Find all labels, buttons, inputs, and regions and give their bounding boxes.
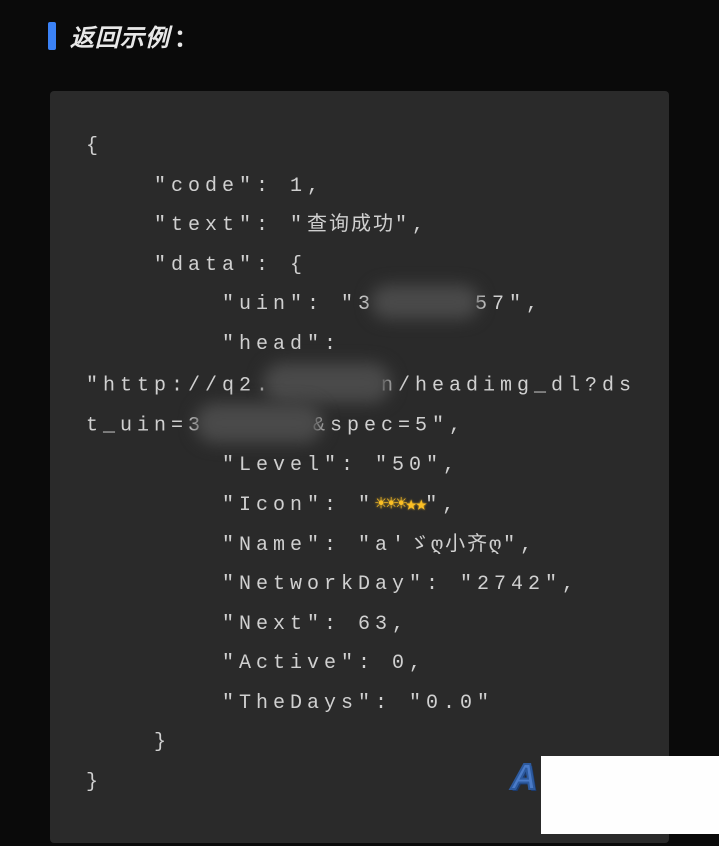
- corner-overlay: [541, 756, 719, 834]
- title-text: 返回示例: [70, 25, 170, 52]
- code-line: }: [86, 731, 171, 754]
- code-line: "http://q2.: [86, 374, 273, 397]
- redacted-segment: [371, 285, 479, 319]
- code-line: ",: [503, 534, 537, 557]
- code-line: "Level": "50",: [86, 454, 460, 477]
- code-line: "TheDays": "0.0": [86, 692, 494, 715]
- code-line: "code": 1,: [86, 175, 324, 198]
- section-header: 返回示例：: [0, 0, 719, 63]
- code-line: "Active": 0,: [86, 652, 426, 675]
- star-icon: ☀☀☀★★: [375, 494, 425, 517]
- code-line: "data": {: [86, 254, 307, 277]
- code-line: &spec=5",: [313, 415, 466, 438]
- header-accent-bar: [48, 22, 56, 50]
- code-line: "NetworkDay": "2742",: [86, 573, 579, 596]
- redacted-segment: [195, 403, 323, 443]
- code-line: "uin": "3: [86, 293, 375, 316]
- section-title: 返回示例：: [70, 18, 199, 53]
- code-name-cjk: ゞღ小齐ღ: [409, 534, 503, 557]
- code-line: "Next": 63,: [86, 613, 409, 636]
- code-text-cjk: 查询成功: [307, 214, 395, 237]
- title-colon: ：: [174, 25, 199, 52]
- code-line: {: [86, 135, 103, 158]
- code-line: 57",: [475, 293, 543, 316]
- code-line: "Icon": ": [86, 494, 375, 517]
- code-line: "text": ": [86, 214, 307, 237]
- code-line: ",: [425, 494, 459, 517]
- redacted-segment: [263, 363, 391, 403]
- code-block: { "code": 1, "text": "查询成功", "data": { "…: [50, 91, 669, 843]
- code-line: "head":: [86, 333, 358, 356]
- code-line: }: [86, 771, 103, 794]
- watermark-letter: A: [511, 756, 537, 798]
- code-line: ",: [395, 214, 429, 237]
- code-line: "Name": "a': [86, 534, 409, 557]
